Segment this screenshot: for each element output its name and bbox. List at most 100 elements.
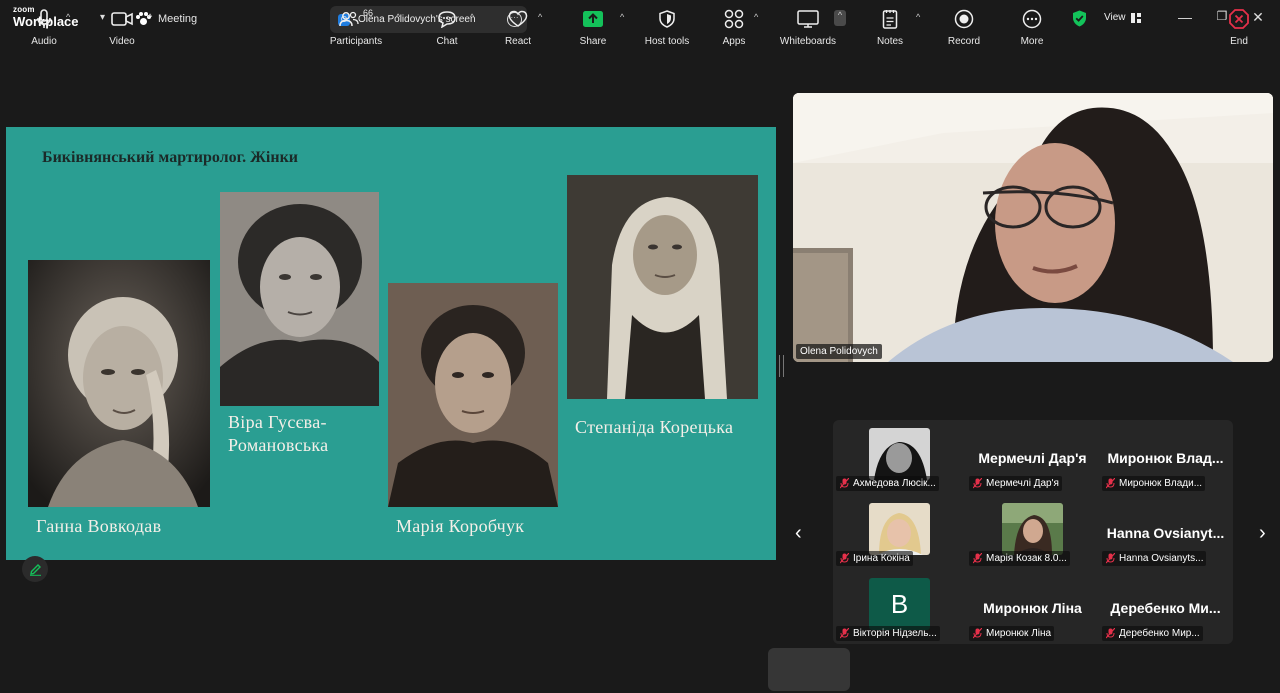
audio-options-caret[interactable]: ^ (66, 12, 70, 22)
end-call-icon (1229, 9, 1249, 29)
muted-mic-icon (840, 628, 849, 639)
participant-label: Мермечлі Дар'я (969, 476, 1062, 491)
muted-mic-icon (840, 478, 849, 489)
participant-gallery: Ахмедова Люсік... Мермечлі Дар'я Мермечл… (833, 420, 1233, 644)
chat-bubble-icon (438, 11, 456, 28)
participant-photo (1002, 503, 1063, 555)
participant-display-name: Hanna Ovsianyt... (1106, 525, 1225, 541)
participant-tile[interactable]: Ахмедова Люсік... (833, 420, 966, 494)
react-label: React (504, 36, 532, 47)
muted-mic-icon (973, 553, 982, 564)
share-screen-icon (583, 11, 603, 27)
notes-options-caret[interactable]: ^ (916, 12, 920, 22)
panel-splitter[interactable] (779, 355, 784, 377)
speaker-video[interactable]: Olena Polidovych (793, 93, 1273, 362)
participant-display-name: Миронюк Влад... (1107, 450, 1224, 466)
title-bar: zoom Workplace ▾ Meeting O Olena Polidov… (0, 0, 1280, 38)
audio-label: Audio (31, 36, 57, 47)
chat-options-caret[interactable]: ^ (470, 12, 474, 22)
grid-view-icon (1130, 12, 1141, 23)
meeting-label: Meeting (158, 13, 198, 25)
whiteboards-label: Whiteboards (779, 36, 837, 47)
audio-button[interactable]: Audio (26, 0, 62, 48)
participant-name: Hanna Ovsianyts... (1119, 553, 1204, 564)
shield-icon (659, 10, 675, 28)
participant-avatar: B (869, 578, 930, 630)
view-label: View (1104, 12, 1126, 23)
participant-tile[interactable]: Миронюк Влад... Миронюк Влади... (1099, 420, 1232, 494)
portrait-photo-2 (220, 192, 379, 406)
muted-mic-icon (1106, 478, 1115, 489)
minimize-button[interactable]: — (1175, 9, 1195, 25)
record-icon (954, 9, 974, 29)
chat-label: Chat (436, 36, 458, 47)
muted-mic-icon (840, 553, 849, 564)
video-options-caret[interactable]: ^ (148, 12, 152, 22)
participant-tile[interactable]: Марія Козак 8.0... (966, 495, 1099, 569)
whiteboard-icon (797, 10, 819, 28)
gallery-next-arrow[interactable]: › (1259, 522, 1266, 545)
more-label: More (1020, 36, 1044, 47)
video-camera-icon (111, 12, 133, 26)
participant-tile[interactable]: Hanna Ovsianyt... Hanna Ovsianyts... (1099, 495, 1232, 569)
participant-label: Ахмедова Люсік... (836, 476, 939, 491)
participant-name: Марія Козак 8.0... (986, 553, 1067, 564)
participant-name: Миронюк Ліна (986, 628, 1052, 639)
apps-button[interactable]: Apps (720, 0, 748, 48)
portrait-photo-3 (388, 283, 558, 507)
participant-label: Ірина Кокіна (836, 551, 913, 566)
participant-name: Вікторія Нідзель... (853, 628, 937, 639)
record-label: Record (947, 36, 981, 47)
participant-photo (869, 503, 930, 555)
participant-tile[interactable]: Ірина Кокіна (833, 495, 966, 569)
participants-button[interactable]: 66 Participants (328, 0, 384, 48)
caption-3: Марія Коробчук (396, 516, 525, 536)
host-tools-label: Host tools (644, 36, 690, 47)
notes-icon (882, 10, 898, 29)
participant-tile[interactable]: Деребенко Ми... Деребенко Мир... (1099, 570, 1232, 644)
notes-button[interactable]: Notes (874, 0, 906, 48)
more-button[interactable]: More (1016, 0, 1048, 48)
microphone-icon (37, 9, 51, 28)
participant-tile[interactable]: B Вікторія Нідзель... (833, 570, 966, 644)
host-tools-button[interactable]: Host tools (642, 0, 692, 48)
react-button[interactable]: React (503, 0, 533, 48)
whiteboards-button[interactable]: Whiteboards (776, 0, 840, 48)
participant-photo (869, 428, 930, 480)
share-options-caret[interactable]: ^ (620, 12, 624, 22)
shield-check-icon[interactable] (1072, 10, 1087, 27)
record-button[interactable]: Record (946, 0, 982, 48)
whiteboards-options-caret[interactable]: ^ (834, 10, 846, 26)
view-button[interactable]: View (1104, 12, 1141, 23)
portrait-photo-1 (28, 260, 210, 507)
participants-count: 66 (362, 8, 373, 18)
portrait-photo-4 (567, 175, 758, 399)
more-dots-icon (1022, 9, 1042, 29)
participants-options-caret[interactable]: ^ (396, 12, 400, 22)
video-label: Video (109, 36, 135, 47)
apps-options-caret[interactable]: ^ (754, 12, 758, 22)
muted-mic-icon (973, 628, 982, 639)
participant-name: Миронюк Влади... (1119, 478, 1203, 489)
meeting-menu[interactable]: Meeting (136, 12, 197, 26)
annotate-pencil-icon[interactable] (22, 556, 48, 582)
video-button[interactable]: Video (104, 0, 140, 48)
share-button[interactable]: Share (578, 0, 608, 48)
chat-button[interactable]: Chat (432, 0, 462, 48)
caption-4: Степаніда Корецька (575, 417, 734, 437)
react-options-caret[interactable]: ^ (538, 12, 542, 22)
participant-display-name: Деребенко Ми... (1110, 600, 1221, 616)
participant-name: Ахмедова Люсік... (853, 478, 936, 489)
participant-label: Марія Козак 8.0... (969, 551, 1070, 566)
participant-tile[interactable]: Мермечлі Дар'я Мермечлі Дар'я (966, 420, 1099, 494)
gallery-prev-arrow[interactable]: ‹ (795, 522, 802, 545)
meeting-toolbar (0, 645, 1280, 693)
participants-label: Participants (329, 36, 383, 47)
whiteboards-active-bg (768, 648, 850, 691)
apps-label: Apps (722, 36, 746, 47)
participant-name: Деребенко Мир... (1119, 628, 1200, 639)
end-meeting-button[interactable]: End (1224, 0, 1254, 48)
participant-name: Ірина Кокіна (853, 553, 910, 564)
participant-tile[interactable]: Миронюк Ліна Миронюк Ліна (966, 570, 1099, 644)
participant-label: Деребенко Мир... (1102, 626, 1203, 641)
